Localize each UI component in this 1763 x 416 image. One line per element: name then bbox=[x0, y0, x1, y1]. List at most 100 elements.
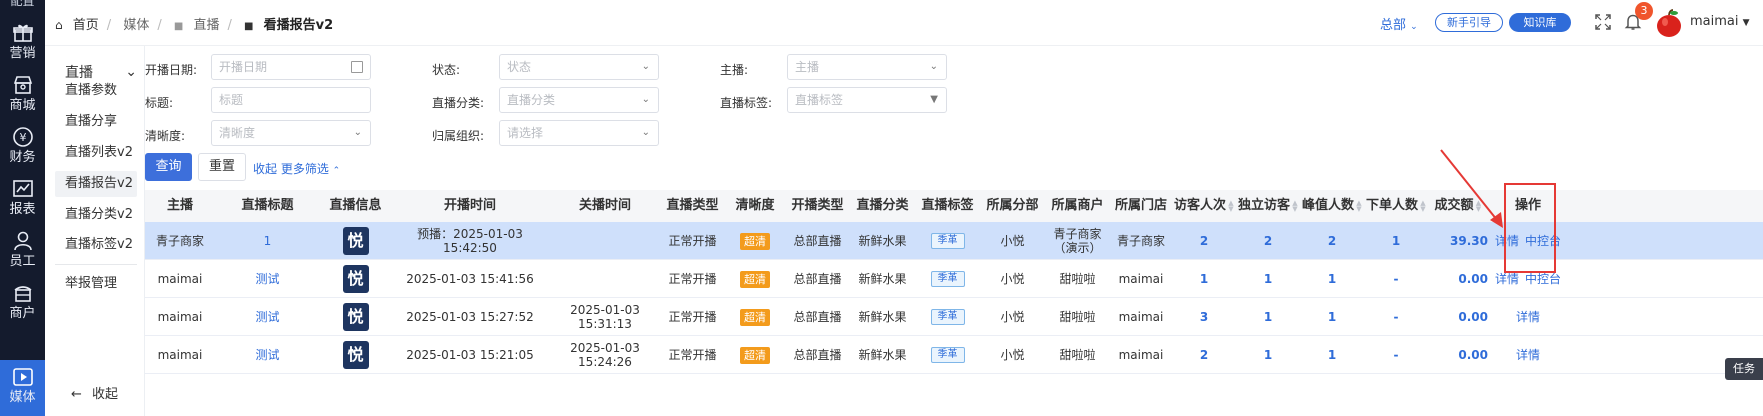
org-selector[interactable]: 总部 ⌄ bbox=[1380, 14, 1418, 40]
detail-link[interactable]: 详情 bbox=[1516, 348, 1540, 362]
col-visits: 访客人次 bbox=[1173, 198, 1226, 213]
task-tab[interactable]: 任务 bbox=[1725, 358, 1763, 380]
cell-title[interactable]: 测试 bbox=[230, 260, 305, 298]
username-menu[interactable]: maimai ▼ bbox=[1690, 14, 1750, 40]
rail-item-finance[interactable]: ¥ 财务 bbox=[0, 120, 45, 176]
rail-label: 商户 bbox=[9, 306, 36, 321]
col-orders-sort[interactable]: 下单人数 ▲ ▼ bbox=[1364, 190, 1428, 222]
title-input[interactable]: 标题 bbox=[211, 87, 371, 113]
menu-item-view-report[interactable]: 看播报告v2 bbox=[55, 171, 137, 197]
console-link[interactable]: 中控台 bbox=[1525, 272, 1561, 286]
knowledge-base-button[interactable]: 知识库 bbox=[1509, 13, 1571, 32]
col-orders: 下单人数 bbox=[1365, 198, 1418, 213]
cell-def: 超清 bbox=[725, 336, 785, 374]
cell-store: 青子商家 bbox=[1116, 234, 1165, 248]
status-select[interactable]: 状态 ⌄ bbox=[499, 54, 659, 80]
menu-item-live-share[interactable]: 直播分享 bbox=[65, 109, 139, 135]
table-row[interactable]: maimai 测试 悦 2025-01-03 15:21:05 2025-01-03 1… bbox=[145, 336, 1763, 374]
svg-text:¥: ¥ bbox=[19, 131, 26, 144]
reset-button[interactable]: 重置 bbox=[198, 153, 246, 181]
guide-button[interactable]: 新手引导 bbox=[1435, 13, 1503, 32]
cell-peak: 1 bbox=[1327, 272, 1337, 286]
cell-title[interactable]: 测试 bbox=[230, 298, 305, 336]
col-uv-sort[interactable]: 独立访客 ▲ ▼ bbox=[1236, 190, 1300, 222]
cell-category: 新鲜水果 bbox=[858, 272, 907, 286]
fullscreen-icon[interactable] bbox=[1595, 14, 1611, 30]
menu-item-live-category[interactable]: 直播分类v2 bbox=[65, 202, 139, 228]
chevron-down-icon: ⌄ bbox=[641, 94, 650, 105]
chart-icon bbox=[12, 180, 33, 197]
col-anchor: 主播 bbox=[166, 198, 193, 213]
gift-icon bbox=[12, 24, 33, 42]
menu-item-live-params[interactable]: 直播参数 bbox=[65, 78, 139, 104]
org-label: 总部 bbox=[1380, 18, 1407, 33]
chevron-down-icon: ⌄ bbox=[641, 127, 650, 138]
cell-def: 超清 bbox=[725, 298, 785, 336]
cell-title[interactable]: 1 bbox=[230, 222, 305, 260]
cell-store: maimai bbox=[1118, 272, 1164, 286]
definition-select[interactable]: 清晰度 ⌄ bbox=[211, 120, 371, 146]
live-cover-logo[interactable]: 悦 bbox=[342, 227, 369, 255]
cell-logo: 悦 bbox=[318, 260, 393, 298]
collapse-filters-link[interactable]: 收起 更多筛选 ⌃ bbox=[253, 160, 340, 177]
filter-label-status: 状态: bbox=[432, 63, 461, 77]
breadcrumb-live[interactable]: 直播 bbox=[193, 18, 219, 33]
cell-def: 超清 bbox=[725, 260, 785, 298]
collapse-label: 收起 bbox=[92, 387, 119, 402]
cell-merchant: 甜啦啦 bbox=[1059, 310, 1096, 324]
rail-item-staff[interactable]: 员工 bbox=[0, 224, 45, 280]
cell-start: 2025-01-03 15:21:05 bbox=[406, 348, 534, 362]
tag-placeholder: 直播标签 bbox=[795, 93, 844, 107]
detail-link[interactable]: 详情 bbox=[1516, 310, 1540, 324]
page-icon: ■ bbox=[244, 21, 254, 32]
live-cover-logo[interactable]: 悦 bbox=[342, 341, 369, 369]
cell-type: 正常开播 bbox=[668, 310, 717, 324]
rail-item-marketing[interactable]: 营销 bbox=[0, 16, 45, 72]
filter-label-anchor: 主播: bbox=[720, 63, 749, 77]
cell-end: 2025-01-03 15:24:26 bbox=[570, 341, 640, 369]
query-button[interactable]: 查询 bbox=[145, 153, 192, 181]
menu-divider bbox=[55, 264, 137, 265]
start-date-input[interactable]: 开播日期 bbox=[211, 54, 371, 80]
menu-item-report-manage[interactable]: 举报管理 bbox=[65, 271, 139, 297]
live-cover-logo[interactable]: 悦 bbox=[342, 303, 369, 331]
collapse-menu-button[interactable]: ← 收起 bbox=[71, 383, 118, 402]
cell-peak: 1 bbox=[1327, 348, 1337, 362]
cell-branch: 小悦 bbox=[1000, 310, 1025, 324]
breadcrumb-media[interactable]: 媒体 bbox=[123, 18, 149, 33]
cell-type: 正常开播 bbox=[668, 234, 717, 248]
avatar[interactable] bbox=[1655, 8, 1683, 38]
col-definition: 清晰度 bbox=[735, 198, 775, 213]
anchor-select[interactable]: 主播 ⌄ bbox=[787, 54, 947, 80]
cell-peak: 1 bbox=[1327, 310, 1337, 324]
arrow-left-icon: ← bbox=[71, 387, 82, 402]
col-tag: 直播标签 bbox=[921, 198, 974, 213]
live-cover-logo[interactable]: 悦 bbox=[342, 265, 369, 293]
rail-item-media[interactable]: 媒体 bbox=[0, 360, 45, 416]
category-select[interactable]: 直播分类 ⌄ bbox=[499, 87, 659, 113]
rail-item-reports[interactable]: 报表 bbox=[0, 172, 45, 228]
org-select[interactable]: 请选择 ⌄ bbox=[499, 120, 659, 146]
rail-item-mall[interactable]: 商城 bbox=[0, 68, 45, 124]
filter-label-start-date: 开播日期: bbox=[145, 63, 198, 77]
menu-item-live-tags[interactable]: 直播标签v2 bbox=[65, 232, 139, 258]
cell-title[interactable]: 测试 bbox=[230, 336, 305, 374]
col-peak-sort[interactable]: 峰值人数 ▲ ▼ bbox=[1300, 190, 1364, 222]
rail-label: 财务 bbox=[9, 150, 36, 165]
breadcrumb-home[interactable]: 首页 bbox=[73, 18, 99, 33]
definition-tag: 超清 bbox=[740, 346, 770, 364]
status-placeholder: 状态 bbox=[507, 60, 532, 74]
menu-item-live-list[interactable]: 直播列表v2 bbox=[65, 140, 139, 166]
tag-select[interactable]: 直播标签 ▼ bbox=[787, 87, 947, 113]
cell-open-type: 总部直播 bbox=[793, 310, 842, 324]
table-row[interactable]: maimai 测试 悦 2025-01-03 15:27:52 2025-01-03 1… bbox=[145, 298, 1763, 336]
cell-visits: 3 bbox=[1199, 310, 1209, 324]
detail-link[interactable]: 详情 bbox=[1495, 272, 1519, 286]
main-content: 开播日期: 开播日期 状态: 状态 ⌄ 主播: 主播 ⌄ 标题: 标题 直播分类… bbox=[145, 46, 1763, 416]
cell-open-type: 总部直播 bbox=[793, 272, 842, 286]
col-visits-sort[interactable]: 访客人次 ▲ ▼ bbox=[1172, 190, 1236, 222]
sort-icon: ▲ ▼ bbox=[1420, 198, 1426, 213]
cell-ops: 详情 bbox=[1488, 336, 1568, 374]
rail-item-merchants[interactable]: 商户 bbox=[0, 276, 45, 332]
col-title: 直播标题 bbox=[241, 198, 294, 213]
